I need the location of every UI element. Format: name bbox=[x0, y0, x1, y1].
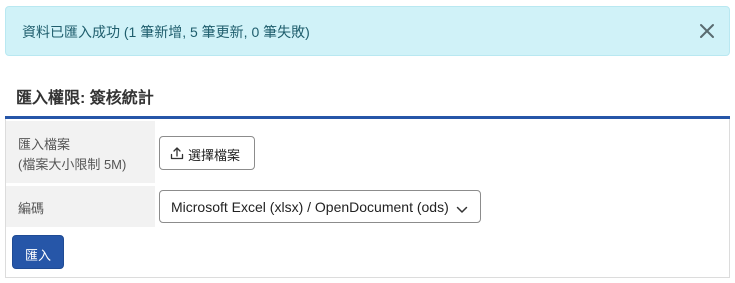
choose-file-button[interactable]: 選擇檔案 bbox=[159, 136, 255, 170]
encoding-selected-value: Microsoft Excel (xlsx) / OpenDocument (o… bbox=[171, 199, 449, 215]
encoding-select[interactable]: Microsoft Excel (xlsx) / OpenDocument (o… bbox=[159, 190, 481, 223]
import-submit-button[interactable]: 匯入 bbox=[12, 235, 64, 269]
alert-message: 資料已匯入成功 (1 筆新增, 5 筆更新, 0 筆失敗) bbox=[22, 24, 310, 40]
file-label-text: 匯入檔案 bbox=[18, 137, 71, 152]
import-submit-label: 匯入 bbox=[25, 248, 52, 263]
panel-title: 匯入權限: 簽核統計 bbox=[16, 90, 154, 107]
choose-file-label: 選擇檔案 bbox=[188, 148, 241, 163]
chevron-down-icon bbox=[456, 202, 468, 213]
close-icon[interactable] bbox=[697, 21, 717, 41]
encoding-field-label: 編碼 bbox=[6, 186, 155, 227]
encoding-label-text: 編碼 bbox=[18, 201, 45, 216]
file-field-label: 匯入檔案 (檔案大小限制 5M) bbox=[6, 121, 155, 183]
upload-icon bbox=[170, 146, 184, 160]
success-alert: 資料已匯入成功 (1 筆新增, 5 筆更新, 0 筆失敗) bbox=[5, 6, 730, 56]
file-size-limit-text: (檔案大小限制 5M) bbox=[18, 157, 127, 172]
